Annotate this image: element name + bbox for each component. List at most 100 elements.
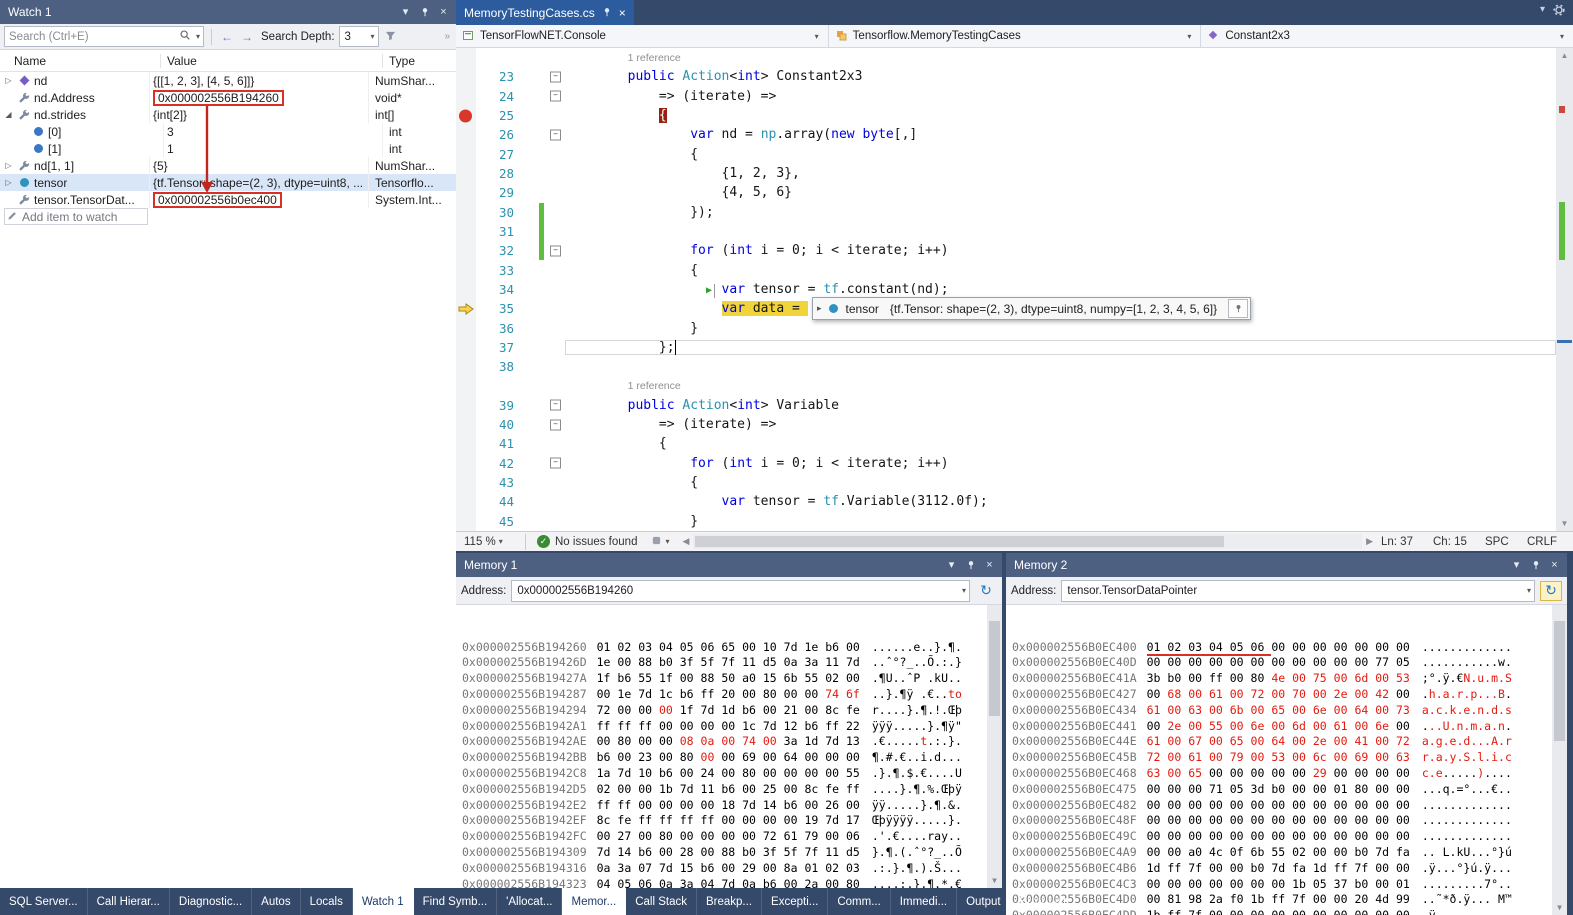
code-line[interactable]: 31 bbox=[456, 222, 1573, 241]
memory-row[interactable]: 0x000002556B0EC4B61d ff 7f 00 00 b0 7d f… bbox=[1012, 861, 1567, 877]
document-tab[interactable]: MemoryTestingCases.cs × bbox=[456, 0, 634, 25]
memory-row[interactable]: 0x000002556B0EC40001 02 03 04 05 06 00 0… bbox=[1012, 640, 1567, 656]
breakpoint-margin[interactable] bbox=[456, 357, 476, 376]
code-text[interactable]: {4, 5, 6} bbox=[565, 185, 1556, 200]
code-line[interactable]: 44 var tensor = tf.Variable(3112.0f); bbox=[456, 492, 1573, 511]
code-text[interactable]: => (iterate) => bbox=[565, 89, 1556, 104]
watch-row[interactable]: ▷tensor{tf.Tensor: shape=(2, 3), dtype=u… bbox=[0, 174, 456, 191]
bottom-tab[interactable]: Call Hierar... bbox=[88, 888, 170, 915]
code-text[interactable]: for (int i = 0; i < iterate; i++) bbox=[565, 456, 1556, 471]
code-line[interactable]: 41 { bbox=[456, 434, 1573, 453]
class-dropdown[interactable]: Tensorflow.MemoryTestingCases ▾ bbox=[829, 25, 1202, 47]
watch-row[interactable]: [0]3int bbox=[0, 123, 456, 140]
breakpoint-margin[interactable] bbox=[456, 338, 476, 357]
memory-row[interactable]: 0x000002556B19429472 00 00 00 1f 7d 1d b… bbox=[462, 703, 1002, 719]
pin-icon[interactable] bbox=[1228, 299, 1248, 318]
code-line[interactable]: 25 { bbox=[456, 106, 1573, 125]
code-line[interactable]: 26− var nd = np.array(new byte[,] bbox=[456, 125, 1573, 144]
breakpoint-margin[interactable] bbox=[456, 183, 476, 202]
code-text[interactable]: public Action<int> Variable bbox=[565, 398, 1556, 413]
scroll-left-icon[interactable]: ◀ bbox=[682, 536, 689, 547]
refresh-icon[interactable]: ↻ bbox=[1540, 581, 1562, 601]
memory1-hex[interactable]: 0x000002556B19426001 02 03 04 05 06 65 0… bbox=[456, 605, 1002, 888]
memory-row[interactable]: 0x000002556B19426001 02 03 04 05 06 65 0… bbox=[462, 640, 1002, 656]
code-text[interactable]: }); bbox=[565, 205, 1556, 220]
breakpoint-margin[interactable] bbox=[456, 376, 476, 395]
outline-margin[interactable] bbox=[546, 106, 565, 125]
codelens-label[interactable]: 1 reference bbox=[565, 52, 681, 64]
memory2-scrollbar[interactable]: ▲ ▼ bbox=[1552, 605, 1567, 915]
code-text[interactable]: var tensor = tf.Variable(3112.0f); bbox=[565, 494, 1556, 509]
code-line[interactable]: 23− public Action<int> Constant2x3 bbox=[456, 67, 1573, 86]
toolbar-overflow-icon[interactable]: » bbox=[444, 31, 452, 42]
watch-row[interactable]: nd.Address0x000002556B194260void* bbox=[0, 89, 456, 106]
expander-icon[interactable]: ◢ bbox=[3, 110, 14, 119]
chevron-down-icon[interactable]: ▾ bbox=[1524, 586, 1534, 595]
memory-row[interactable]: 0x000002556B0EC45B72 00 61 00 79 00 53 0… bbox=[1012, 750, 1567, 766]
pin-icon[interactable] bbox=[1527, 557, 1544, 573]
memory-row[interactable]: 0x000002556B0EC4A900 00 a0 4c 0f 6b 55 0… bbox=[1012, 845, 1567, 861]
memory2-hex[interactable]: 0x000002556B0EC40001 02 03 04 05 06 00 0… bbox=[1006, 605, 1567, 915]
memory-row[interactable]: 0x000002556B1943160a 3a 07 7d 15 b6 00 2… bbox=[462, 861, 1002, 877]
code-text[interactable]: } bbox=[565, 321, 1556, 336]
code-text[interactable]: => (iterate) => bbox=[565, 417, 1556, 432]
scroll-right-icon[interactable]: ▶ bbox=[1366, 536, 1373, 547]
memory-row[interactable]: 0x000002556B1942A1ff ff ff 00 00 00 00 1… bbox=[462, 719, 1002, 735]
outline-margin[interactable] bbox=[546, 183, 565, 202]
outline-margin[interactable] bbox=[546, 318, 565, 337]
outline-margin[interactable]: − bbox=[546, 454, 565, 473]
breakpoint-margin[interactable] bbox=[456, 318, 476, 337]
expander-icon[interactable]: ▸ bbox=[817, 303, 822, 314]
add-item-cell[interactable]: Add item to watch bbox=[4, 208, 148, 225]
code-line[interactable]: 30 }); bbox=[456, 203, 1573, 222]
memory-row[interactable]: 0x000002556B0EC48F00 00 00 00 00 00 00 0… bbox=[1012, 813, 1567, 829]
chevron-down-icon[interactable]: ▾ bbox=[943, 557, 960, 573]
memory-row[interactable]: 0x000002556B1942FC00 27 00 80 00 00 00 0… bbox=[462, 829, 1002, 845]
code-area[interactable]: 1 reference 23− public Action<int> Consta… bbox=[456, 48, 1573, 531]
collapse-icon[interactable]: − bbox=[550, 71, 561, 82]
memory-row[interactable]: 0x000002556B0EC44100 2e 00 55 00 6e 00 6… bbox=[1012, 719, 1567, 735]
memory-row[interactable]: 0x000002556B1942AE00 80 00 00 08 0a 00 7… bbox=[462, 734, 1002, 750]
memory2-titlebar[interactable]: Memory 2 ▾ × bbox=[1006, 553, 1567, 577]
memory1-scrollbar[interactable]: ▲ ▼ bbox=[987, 605, 1002, 888]
memory-row[interactable]: 0x000002556B1942BBb6 00 23 00 80 00 00 6… bbox=[462, 750, 1002, 766]
breakpoint-margin[interactable] bbox=[456, 396, 476, 415]
chevron-down-icon[interactable]: ▾ bbox=[1540, 4, 1545, 19]
pin-icon[interactable] bbox=[962, 557, 979, 573]
memory-row[interactable]: 0x000002556B0EC4D000 81 98 2a f0 1b ff 7… bbox=[1012, 892, 1567, 908]
memory-row[interactable]: 0x000002556B0EC49C00 00 00 00 00 00 00 0… bbox=[1012, 829, 1567, 845]
code-line[interactable]: 38 bbox=[456, 357, 1573, 376]
memory-row[interactable]: 0x000002556B1942E2ff ff 00 00 00 00 18 7… bbox=[462, 798, 1002, 814]
collapse-icon[interactable]: − bbox=[550, 419, 561, 430]
code-text[interactable]: 1 reference bbox=[565, 50, 1556, 65]
scroll-down-icon[interactable]: ▼ bbox=[1556, 516, 1573, 531]
health-check-icon[interactable]: ✓ bbox=[537, 535, 550, 548]
memory-row[interactable]: 0x000002556B19427A1f b6 55 1f 00 88 50 a… bbox=[462, 671, 1002, 687]
search-icon[interactable] bbox=[177, 29, 193, 44]
breakpoint-margin[interactable] bbox=[456, 415, 476, 434]
memory-row[interactable]: 0x000002556B0EC4DD1b ff 7f 00 00 00 00 0… bbox=[1012, 908, 1567, 915]
code-line[interactable]: 45 } bbox=[456, 512, 1573, 531]
outline-margin[interactable] bbox=[546, 473, 565, 492]
chevron-down-icon[interactable]: ▾ bbox=[959, 586, 969, 595]
watch-add-row[interactable]: Add item to watch bbox=[0, 208, 456, 225]
watch-row[interactable]: ◢nd.strides{int[2]}int[] bbox=[0, 106, 456, 123]
outline-margin[interactable] bbox=[546, 260, 565, 279]
code-text[interactable]: var tensor = tf.constant(nd);▶ bbox=[565, 282, 1556, 297]
breakpoint-margin[interactable] bbox=[456, 48, 476, 67]
code-text[interactable]: { bbox=[565, 475, 1556, 490]
watch-row[interactable]: tensor.TensorDat...0x000002556b0ec400Sys… bbox=[0, 191, 456, 208]
memory-row[interactable]: 0x000002556B0EC41A3b b0 00 ff 00 80 4e 0… bbox=[1012, 671, 1567, 687]
outline-margin[interactable]: − bbox=[546, 396, 565, 415]
breakpoint-margin[interactable] bbox=[456, 145, 476, 164]
bottom-tab[interactable]: 'Allocat... bbox=[497, 888, 562, 915]
scrollbar-thumb[interactable] bbox=[989, 621, 1000, 716]
code-text[interactable]: { bbox=[565, 108, 1556, 123]
memory-row[interactable]: 0x000002556B19432304 05 06 0a 3a 04 7d 0… bbox=[462, 877, 1002, 888]
memory-row[interactable]: 0x000002556B1942D502 00 00 1b 7d 11 b6 0… bbox=[462, 782, 1002, 798]
breakpoint-margin[interactable] bbox=[456, 241, 476, 260]
breakpoint-margin[interactable] bbox=[456, 473, 476, 492]
close-icon[interactable]: × bbox=[981, 557, 998, 573]
bottom-tab[interactable]: Error List bbox=[1011, 888, 1077, 915]
gear-icon[interactable] bbox=[1553, 4, 1565, 19]
